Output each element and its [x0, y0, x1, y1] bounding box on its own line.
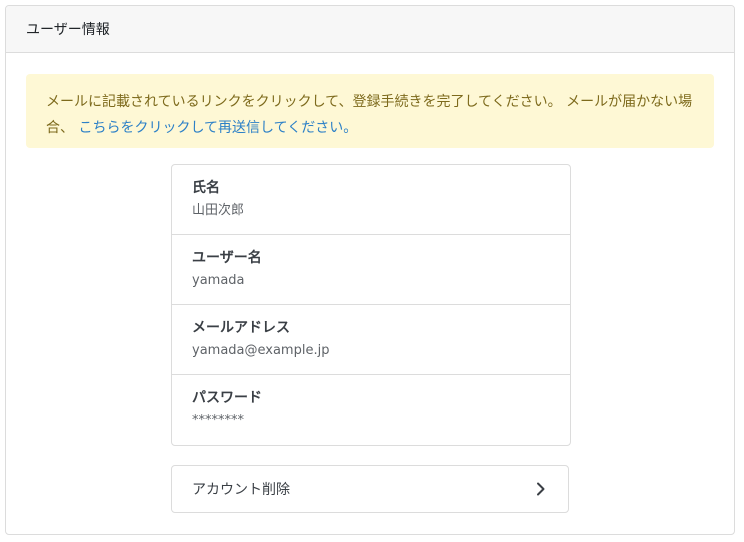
username-label: ユーザー名 — [192, 250, 262, 266]
card-header: ユーザー情報 — [6, 6, 734, 53]
delete-account-button[interactable]: アカウント削除 — [171, 465, 569, 513]
name-value: 山田次郎 — [192, 203, 245, 218]
resend-email-link[interactable]: こちらをクリックして再送信してください。 — [78, 120, 357, 136]
username-value: yamada — [192, 273, 245, 288]
password-label: パスワード — [192, 390, 262, 406]
chevron-right-icon — [530, 478, 552, 500]
email-value: yamada@example.jp — [192, 343, 330, 358]
page-title: ユーザー情報 — [26, 22, 110, 38]
email-label: メールアドレス — [192, 320, 290, 336]
list-item-name: 氏名 山田次郎 — [172, 165, 570, 235]
user-info-card: ユーザー情報 メールに記載されているリンクをクリックして、登録手続きを完了してく… — [5, 5, 735, 535]
profile-list: 氏名 山田次郎 ユーザー名 yamada メールアドレス yamada@exam… — [171, 164, 571, 446]
delete-account-label: アカウント削除 — [192, 482, 290, 498]
password-value: ******** — [192, 413, 244, 428]
name-label: 氏名 — [192, 180, 220, 196]
list-item-username: ユーザー名 yamada — [172, 235, 570, 305]
list-item-email: メールアドレス yamada@example.jp — [172, 305, 570, 375]
verification-alert: メールに記載されているリンクをクリックして、登録手続きを完了してください。 メー… — [26, 74, 714, 148]
list-item-password: パスワード ******** — [172, 375, 570, 445]
